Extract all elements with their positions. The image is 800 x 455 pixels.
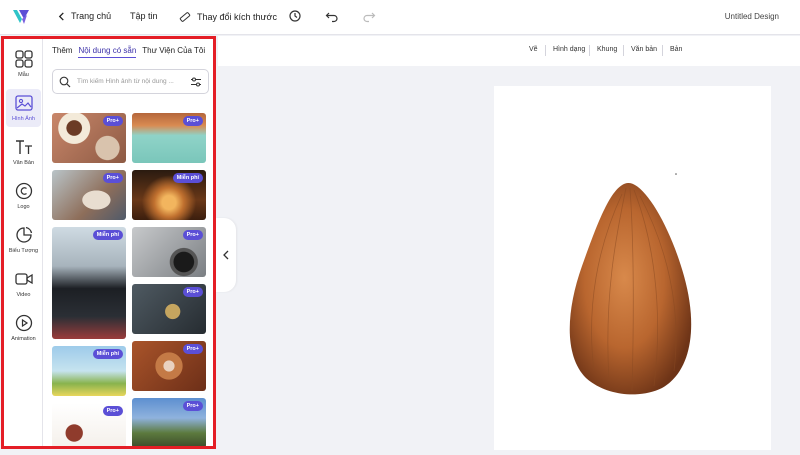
almond-image[interactable] [494, 86, 771, 450]
panel-tabs: Thêm Nội dung có sẵn Thư Viện Của Tôi [52, 46, 205, 58]
rail-label-logo: Logo [17, 204, 30, 210]
image-tile-flowers[interactable]: Pro+ [52, 403, 126, 446]
redo-icon[interactable] [362, 9, 376, 23]
tile-badge: Pro+ [182, 401, 203, 411]
home-button[interactable]: Trang chủ [57, 11, 111, 21]
rail-label-images: Hình Ảnh [12, 116, 35, 122]
tool-shapes[interactable]: Hình dạng [553, 46, 585, 53]
tile-badge: Pro+ [102, 116, 123, 126]
tab-my-library[interactable]: Thư Viện Của Tôi [142, 46, 205, 58]
rail-item-logo[interactable]: Logo [6, 177, 41, 215]
tile-badge: Miễn phí [92, 349, 123, 359]
rail-label-video: Video [16, 292, 31, 298]
rail-item-animation[interactable]: Animation [6, 309, 41, 347]
chevron-left-icon [58, 11, 64, 21]
rail-item-templates[interactable]: Mẫu [6, 45, 41, 83]
history-icon[interactable] [288, 9, 302, 23]
top-bar: Trang chủ Tập tin Thay đổi kích thước Un… [0, 0, 800, 35]
tool-text[interactable]: Văn bản [631, 46, 657, 53]
pie-shape-icon [15, 226, 32, 243]
rail-item-text[interactable]: Văn Bản [6, 133, 41, 171]
tile-badge: Miễn phí [172, 173, 203, 183]
toolbar-divider [589, 45, 590, 56]
image-tile-autumn-leaves[interactable]: Pro+ [132, 113, 206, 163]
image-tile-forest-sunset[interactable]: Miễn phí [132, 170, 206, 220]
tile-badge: Pro+ [182, 116, 203, 126]
tile-badge: Pro+ [182, 344, 203, 354]
rail-item-images[interactable]: Hình Ảnh [6, 89, 41, 127]
left-sidebar-highlight: Mẫu Hình Ảnh Văn Bản Logo Biểu Tượng Vid… [1, 36, 216, 449]
document-title[interactable]: Untitled Design [725, 12, 779, 21]
tile-badge: Pro+ [182, 287, 203, 297]
tile-badge: Pro+ [102, 406, 123, 416]
image-tile-wheel[interactable]: Pro+ [132, 227, 206, 277]
rail-item-icons[interactable]: Biểu Tượng [6, 221, 41, 259]
video-camera-icon [14, 273, 33, 285]
search-icon [59, 76, 71, 88]
home-label: Trang chủ [71, 11, 112, 21]
rail-item-video[interactable]: Video [6, 265, 41, 303]
templates-icon [14, 50, 33, 68]
toolbar-divider [662, 45, 663, 56]
tab-stock-content[interactable]: Nội dung có sẵn [78, 46, 137, 58]
play-circle-icon [15, 314, 32, 332]
app-logo-icon[interactable] [11, 7, 31, 27]
tool-rail: Mẫu Hình Ảnh Văn Bản Logo Biểu Tượng Vid… [4, 39, 43, 446]
chevron-left-icon [223, 250, 229, 260]
design-artboard[interactable] [494, 86, 771, 450]
image-tile-leaves-portrait[interactable]: Pro+ [132, 341, 206, 391]
rail-label-templates: Mẫu [18, 72, 29, 78]
tile-badge: Pro+ [102, 173, 123, 183]
resize-label: Thay đổi kích thước [197, 12, 277, 22]
resize-button[interactable]: Thay đổi kích thước [179, 11, 277, 23]
rail-label-icons: Biểu Tượng [8, 248, 39, 254]
toolbar-divider [545, 45, 546, 56]
toolbar-divider [623, 45, 624, 56]
tool-board[interactable]: Bản [670, 46, 682, 53]
undo-icon[interactable] [325, 9, 339, 23]
image-tile-car[interactable]: Miễn phí [52, 227, 126, 339]
asset-panel: Thêm Nội dung có sẵn Thư Viện Của Tôi Tì… [44, 39, 213, 446]
image-search-box[interactable]: Tìm kiếm Hình ảnh từ nội dung ... [52, 69, 209, 94]
image-tile-coffee[interactable]: Pro+ [52, 113, 126, 163]
tile-badge: Pro+ [182, 230, 203, 240]
rail-label-text: Văn Bản [12, 160, 35, 166]
text-icon [15, 140, 32, 154]
filter-sliders-icon[interactable] [190, 76, 202, 88]
rail-label-animation: Animation [11, 336, 36, 342]
ruler-icon [179, 12, 191, 22]
tool-draw[interactable]: Vẽ [529, 46, 538, 53]
image-tile-cyclist[interactable]: Pro+ [132, 398, 206, 446]
collapse-panel-button[interactable] [216, 218, 236, 292]
tab-add[interactable]: Thêm [52, 46, 72, 58]
image-icon [14, 95, 33, 111]
file-menu-button[interactable]: Tập tin [130, 11, 158, 21]
image-tile-meadow[interactable]: Miễn phí [52, 346, 126, 396]
copyright-icon [15, 182, 32, 200]
search-input[interactable]: Tìm kiếm Hình ảnh từ nội dung ... [77, 78, 174, 85]
file-label: Tập tin [130, 11, 158, 21]
image-tile-still-life[interactable]: Pro+ [132, 284, 206, 334]
tool-frames[interactable]: Khung [597, 46, 617, 53]
tile-badge: Miễn phí [92, 230, 123, 240]
image-tile-reading[interactable]: Pro+ [52, 170, 126, 220]
canvas-toolbar: Vẽ Hình dạng Khung Văn bản Bản [218, 36, 800, 66]
